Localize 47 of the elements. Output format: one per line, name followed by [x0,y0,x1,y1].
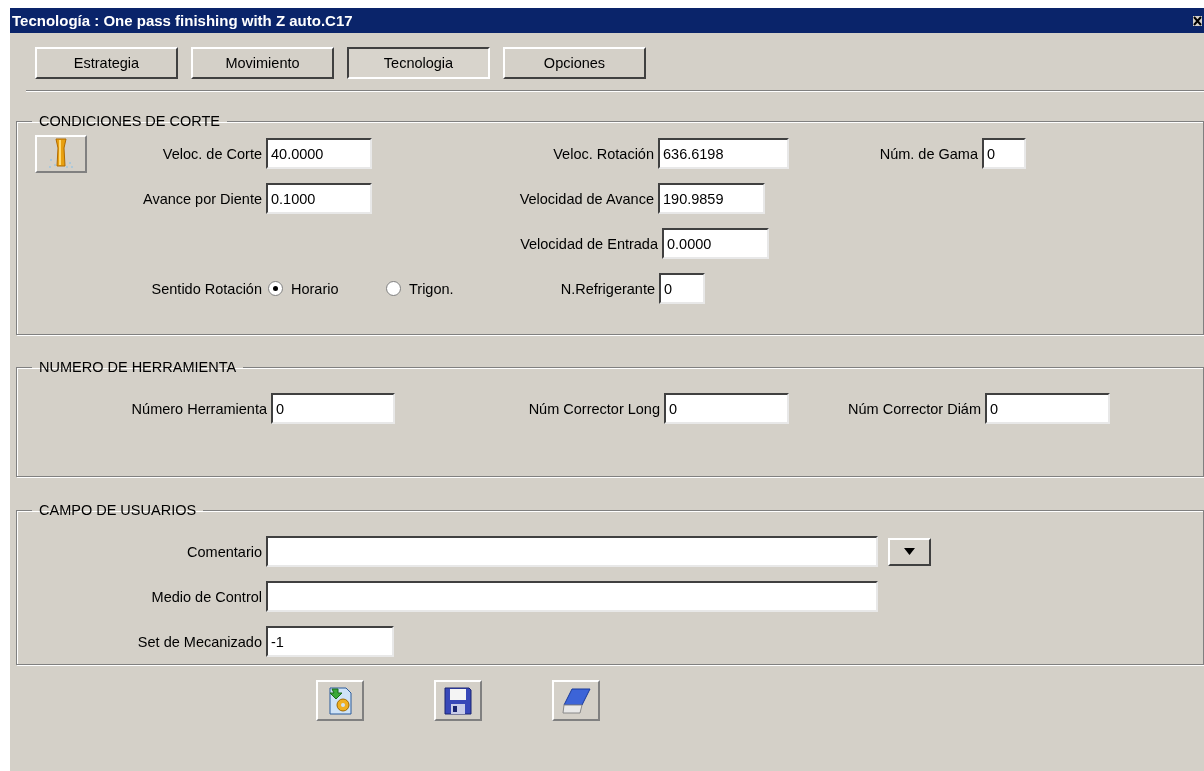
field-label: Set de Mecanizado [137,633,262,650]
input-field[interactable]: 0.0000 [662,228,769,259]
end-mill-icon [46,137,76,170]
apply-button[interactable] [316,680,364,721]
radio-option[interactable]: Trigon. [386,280,502,297]
section-title: CAMPO DE USUARIOS [38,502,198,518]
field-label: Núm Corrector Diám [848,400,981,417]
tab[interactable]: Movimiento [191,47,334,79]
input-field[interactable] [266,581,878,612]
field-label: N.Refrigerante [560,280,655,297]
caret-icon [904,548,915,555]
radio-button[interactable] [268,281,283,296]
input-field[interactable]: 0 [271,393,395,424]
field-label: Veloc. de Corte [162,145,262,162]
field-label: Número Herramienta [131,400,267,417]
input-field[interactable] [266,536,878,567]
save-button[interactable] [434,680,482,721]
input-field[interactable]: 0 [659,273,705,304]
field-label: Núm Corrector Long [528,400,660,417]
field-label: Medio de Control [151,588,262,605]
input-field[interactable]: -1 [266,626,394,657]
input-field[interactable]: 0.1000 [266,183,372,214]
clear-button[interactable] [552,680,600,721]
tab[interactable]: Estrategia [35,47,178,79]
radio-option[interactable]: Horario [268,280,384,297]
input-field[interactable]: 190.9859 [658,183,765,214]
input-field[interactable]: 636.6198 [658,138,789,169]
tab[interactable]: Opciones [503,47,646,79]
input-field[interactable]: 0 [982,138,1026,169]
dropdown-button[interactable] [888,537,931,566]
input-field[interactable]: 0 [985,393,1110,424]
tool-button[interactable] [35,134,87,173]
input-field[interactable]: 40.0000 [266,138,372,169]
field-label: Velocidad de Avance [519,190,654,207]
tab[interactable]: Tecnologia [347,47,490,79]
field-label: Velocidad de Entrada [520,235,658,252]
section-title: NUMERO DE HERRAMIENTA [38,359,238,375]
close-icon[interactable] [1193,16,1202,26]
field-label: Avance por Diente [142,190,262,207]
field-label: Comentario [187,543,262,560]
field-label: Sentido Rotación [151,280,262,297]
input-field[interactable]: 0 [664,393,789,424]
field-label: Veloc. Rotación [553,145,654,162]
field-label: Núm. de Gama [879,145,978,162]
section-title: CONDICIONES DE CORTE [38,113,221,129]
window-title: Tecnología : One pass finishing with Z auto.C17 [12,12,353,29]
radio-button[interactable] [386,281,401,296]
